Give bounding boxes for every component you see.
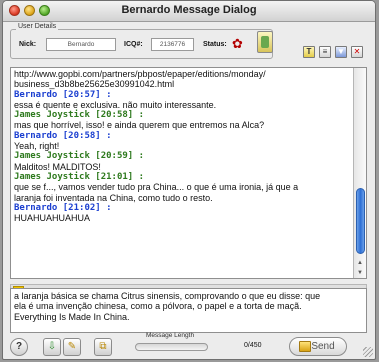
icq-field[interactable]: 2136776 — [151, 38, 194, 51]
history-icon[interactable]: ✎ — [63, 338, 81, 356]
history-scrollbar[interactable]: ▲ ▼ — [353, 68, 366, 278]
resize-grip-icon[interactable] — [363, 347, 373, 357]
font-button[interactable]: T — [303, 46, 315, 58]
history-list-icon[interactable]: ≡ — [319, 46, 331, 58]
clipboard-icon[interactable]: ⧉ — [94, 338, 112, 356]
message-sender-bernardo: Bernardo [20:57] : — [14, 89, 112, 100]
message-text-line: mas que horrível, isso! e ainda querem q… — [14, 120, 265, 131]
compose-text: a laranja básica se chama Citrus sinensi… — [14, 291, 362, 322]
send-envelope-icon — [299, 341, 311, 352]
title-bar[interactable]: Bernardo Message Dialog — [3, 1, 375, 22]
message-history[interactable]: http://www.gopbi.com/partners/pbpost/epa… — [10, 67, 367, 279]
scroll-down-arrow-icon[interactable]: ▼ — [355, 269, 365, 278]
message-sender-bernardo: Bernardo [21:02] : — [14, 202, 112, 213]
user-info-button[interactable] — [257, 31, 273, 53]
message-text-line: Malditos! MALDITOS! — [14, 161, 101, 172]
compose-line: ela é uma invenção chinesa, como a pólvo… — [14, 301, 302, 312]
send-button[interactable]: Send — [289, 337, 347, 356]
message-text-line: essa é quente e exclusiva. não muito int… — [14, 99, 217, 110]
message-text-line: laranja foi inventada na China, como tud… — [14, 192, 213, 203]
window-title: Bernardo Message Dialog — [121, 4, 257, 16]
message-text-line: HUAHUAHUAHUA — [14, 213, 91, 224]
message-sender-james: James Joystick [20:59] : — [14, 151, 145, 162]
user-details-legend: User Details — [16, 23, 59, 30]
compose-line: a laranja básica se chama Citrus sinensi… — [14, 291, 321, 301]
history-scrollbar-thumb[interactable] — [356, 188, 365, 254]
message-length-count: 0/450 — [244, 342, 262, 349]
message-length-bar — [135, 343, 208, 351]
message-dialog-window: Bernardo Message Dialog User Details Nic… — [2, 0, 376, 360]
scroll-up-arrow-icon[interactable]: ▲ — [355, 259, 365, 268]
send-button-label: Send — [311, 341, 335, 352]
message-sender-bernardo: Bernardo [20:58] : — [14, 130, 112, 141]
status-label: Status: — [203, 41, 227, 48]
message-sender-james: James Joystick [20:58] : — [14, 110, 145, 121]
message-text-line: business_d3b8be25625e30991042.html — [14, 79, 175, 90]
nick-label: Nick: — [19, 41, 37, 48]
user-info-icon — [261, 36, 269, 48]
status-flower-icon[interactable]: ✿ — [232, 36, 243, 52]
message-sender-james: James Joystick [21:01] : — [14, 171, 145, 182]
compose-textarea[interactable]: a laranja básica se chama Citrus sinensi… — [10, 288, 367, 333]
message-text-line: Yeah, right! — [14, 141, 60, 152]
nick-field[interactable]: Bernardo — [46, 38, 116, 51]
save-download-icon[interactable]: ▼ — [335, 46, 347, 58]
close-dialog-button[interactable]: ✕ — [351, 46, 363, 58]
send-file-icon[interactable]: ⇩ — [43, 338, 61, 356]
icq-label: ICQ#: — [124, 41, 143, 48]
user-details-group: User Details Nick: Bernardo ICQ#: 213677… — [10, 23, 273, 59]
compose-line: Everything Is Made In China. — [14, 311, 130, 322]
message-list: http://www.gopbi.com/partners/pbpost/epa… — [14, 69, 354, 223]
bottom-bar: ? ⇩ ✎ ⧉ Message Length 0/450 Send — [3, 332, 375, 359]
help-button[interactable]: ? — [10, 338, 28, 356]
message-text-line: que se f..., vamos vender tudo pra China… — [14, 182, 299, 193]
message-text-line: http://www.gopbi.com/partners/pbpost/epa… — [14, 69, 266, 79]
message-length-label: Message Length — [146, 332, 195, 339]
